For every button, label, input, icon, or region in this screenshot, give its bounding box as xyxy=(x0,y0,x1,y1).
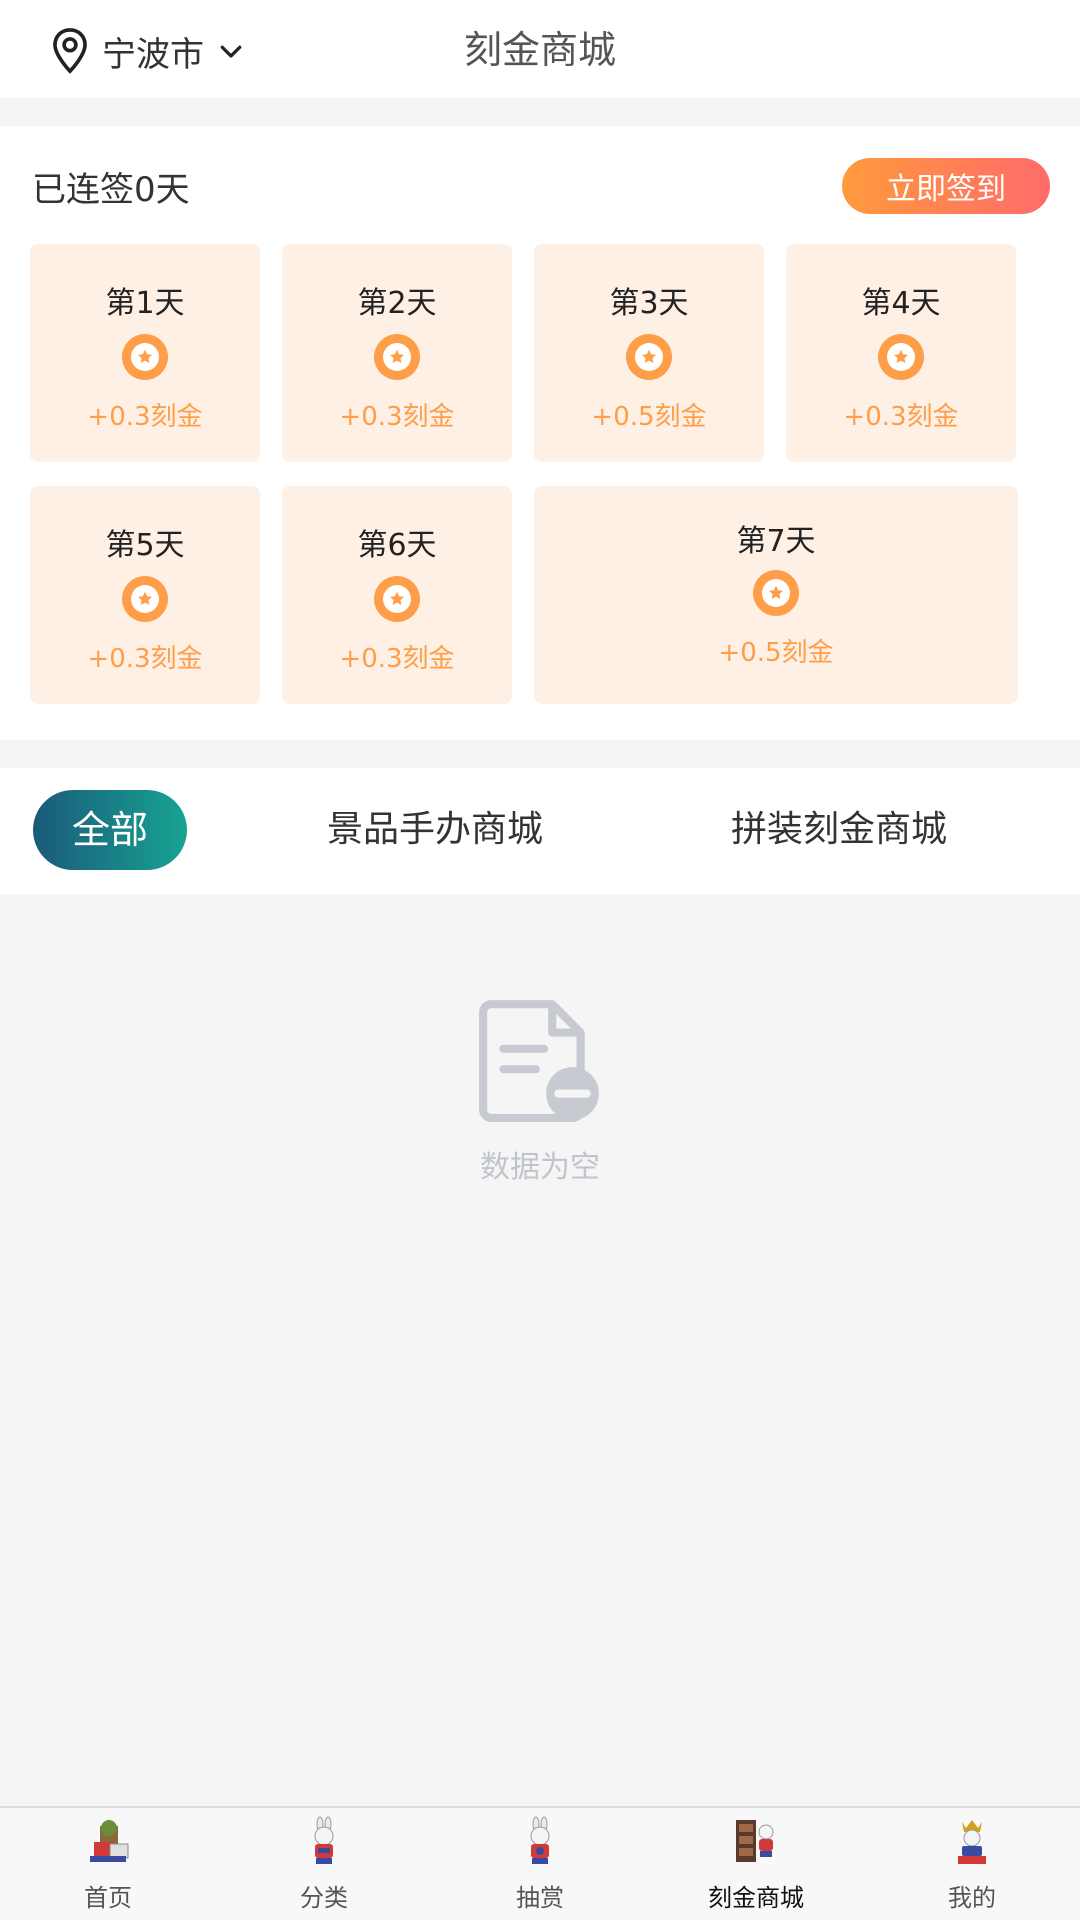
profile-icon xyxy=(958,1820,986,1864)
tabbar-label: 我的 xyxy=(948,1884,996,1912)
day-reward: +0.5刻金 xyxy=(591,402,707,432)
tabbar-item-shop[interactable]: 刻金商城 xyxy=(648,1816,864,1920)
tab-all[interactable]: 全部 xyxy=(33,790,187,870)
tabbar-item-category[interactable]: 分类 xyxy=(216,1816,432,1920)
page-title: 刻金商城 xyxy=(463,28,616,72)
empty-state: 数据为空 xyxy=(0,996,1080,1186)
tab-figure-shop[interactable]: 景品手办商城 xyxy=(300,790,570,870)
tabbar-item-lottery[interactable]: 抽赏 xyxy=(432,1816,648,1920)
tabbar-label: 分类 xyxy=(300,1884,348,1912)
day-card-1[interactable]: 第1天 +0.3刻金 xyxy=(30,244,260,462)
tab-model-kit-shop[interactable]: 拼装刻金商城 xyxy=(704,790,974,870)
shop-icon xyxy=(736,1820,774,1862)
day-reward: +0.3刻金 xyxy=(339,644,455,674)
signin-panel: 已连签0天 立即签到 第1天 +0.3刻金 第2天 +0.3刻金 第3天 +0.… xyxy=(0,126,1080,740)
day-reward: +0.3刻金 xyxy=(843,402,959,432)
day-label: 第5天 xyxy=(105,528,185,563)
tabbar-item-profile[interactable]: 我的 xyxy=(864,1816,1080,1920)
day-reward: +0.3刻金 xyxy=(87,402,203,432)
document-empty-icon xyxy=(479,1000,599,1122)
empty-text: 数据为空 xyxy=(480,1150,600,1185)
tabbar-item-home[interactable]: 首页 xyxy=(0,1816,216,1920)
day-label: 第2天 xyxy=(357,286,437,321)
day-card-7[interactable]: 第7天 +0.5刻金 xyxy=(534,486,1018,704)
coin-flower-icon xyxy=(122,576,168,622)
day-label: 第4天 xyxy=(861,286,941,321)
lottery-icon xyxy=(530,1816,550,1864)
day-reward: +0.5刻金 xyxy=(718,638,834,668)
day-label: 第7天 xyxy=(736,524,816,559)
day-card-5[interactable]: 第5天 +0.3刻金 xyxy=(30,486,260,704)
coin-flower-icon xyxy=(122,334,168,380)
tabbar-label: 抽赏 xyxy=(516,1884,564,1912)
coin-flower-icon xyxy=(374,334,420,380)
category-icon xyxy=(314,1816,334,1864)
coin-flower-icon xyxy=(626,334,672,380)
coin-flower-icon xyxy=(753,570,799,616)
day-card-4[interactable]: 第4天 +0.3刻金 xyxy=(786,244,1016,462)
day-label: 第6天 xyxy=(357,528,437,563)
day-card-2[interactable]: 第2天 +0.3刻金 xyxy=(282,244,512,462)
day-reward: +0.3刻金 xyxy=(87,644,203,674)
day-label: 第1天 xyxy=(105,286,185,321)
sign-in-button[interactable]: 立即签到 xyxy=(842,158,1050,214)
bottom-tab-bar: 首页 分类 抽赏 刻金商城 我的 xyxy=(0,1806,1080,1920)
day-reward: +0.3刻金 xyxy=(339,402,455,432)
home-icon xyxy=(90,1820,129,1862)
coin-flower-icon xyxy=(374,576,420,622)
top-bar: 宁波市 刻金商城 xyxy=(0,0,1080,98)
day-label: 第3天 xyxy=(609,286,689,321)
day-card-6[interactable]: 第6天 +0.3刻金 xyxy=(282,486,512,704)
coin-flower-icon xyxy=(878,334,924,380)
category-tabs: 全部 景品手办商城 拼装刻金商城 xyxy=(0,768,1080,894)
day-card-3[interactable]: 第3天 +0.5刻金 xyxy=(534,244,764,462)
tabbar-label: 刻金商城 xyxy=(708,1884,804,1912)
tabbar-label: 首页 xyxy=(84,1884,132,1912)
streak-text: 已连签0天 xyxy=(32,170,190,210)
